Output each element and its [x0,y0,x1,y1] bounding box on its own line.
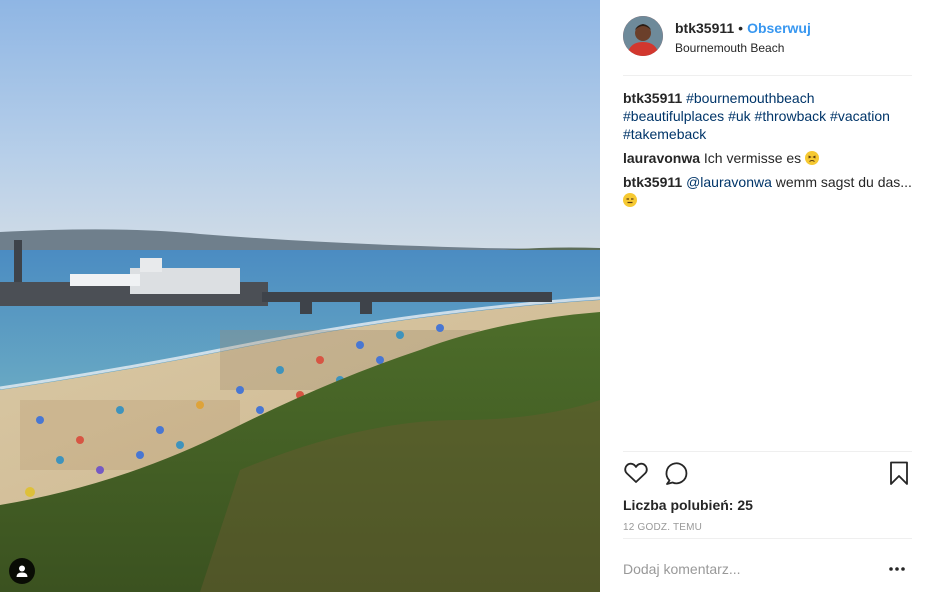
user-tag-icon [16,565,28,577]
comment-username[interactable]: btk35911 [623,90,682,106]
comment-username[interactable]: btk35911 [623,174,682,190]
hashtag-link[interactable]: #throwback [755,108,827,124]
caption-comment: btk35911 #bournemouthbeach #beautifulpla… [623,89,912,143]
follow-button[interactable]: Obserwuj [747,20,811,36]
post-timestamp[interactable]: 12 GODZ. TEMU [623,522,702,533]
hashtag-link[interactable]: #uk [728,108,751,124]
mention-link[interactable]: @lauravonwa [686,174,772,190]
like-button[interactable] [623,460,649,486]
post-sidebar: btk35911 • Obserwuj Bournemouth Beach btk3… [600,0,925,592]
more-options-button[interactable] [888,562,906,574]
header-username[interactable]: btk35911 [675,20,734,36]
hashtag-link[interactable]: #bournemouthbeach [686,90,814,106]
comments-list: btk35911 #bournemouthbeach #beautifulpla… [623,89,912,215]
heart-icon [624,462,648,483]
expressionless-face-icon [623,193,637,207]
hashtag-link[interactable]: #vacation [830,108,890,124]
bookmark-icon [890,461,908,485]
header-separator: • [738,20,744,36]
avatar-image [623,16,663,56]
comment-item: lauravonwa Ich vermisse es [623,149,912,167]
instagram-post: btk35911 • Obserwuj Bournemouth Beach btk3… [0,0,925,592]
user-tag-button[interactable] [9,558,35,584]
avatar[interactable] [623,16,663,56]
save-button[interactable] [886,460,912,486]
location-link[interactable]: Bournemouth Beach [675,41,784,55]
beach-photo-image [0,0,600,592]
header-user-line: btk35911 • Obserwuj [675,20,811,36]
persevering-face-icon [805,151,820,165]
post-photo[interactable] [0,0,600,592]
post-header: btk35911 • Obserwuj Bournemouth Beach [623,14,912,76]
likes-count[interactable]: Liczba polubień: 25 [623,497,753,513]
speech-bubble-icon [665,462,688,485]
hashtag-link[interactable]: #beautifulplaces [623,108,724,124]
comment-item: btk35911 @lauravonwa wemm sagst du das..… [623,173,912,209]
more-options-icon [889,567,905,571]
hashtag-link[interactable]: #takemeback [623,126,706,142]
comment-username[interactable]: lauravonwa [623,150,700,166]
comment-text: Ich vermisse es [703,150,802,166]
comment-button[interactable] [663,460,689,486]
post-actions: Liczba polubień: 25 12 GODZ. TEMU [623,451,912,539]
add-comment-section [623,553,912,585]
comment-input[interactable] [623,556,873,582]
comment-text: wemm sagst du das... [775,174,912,190]
